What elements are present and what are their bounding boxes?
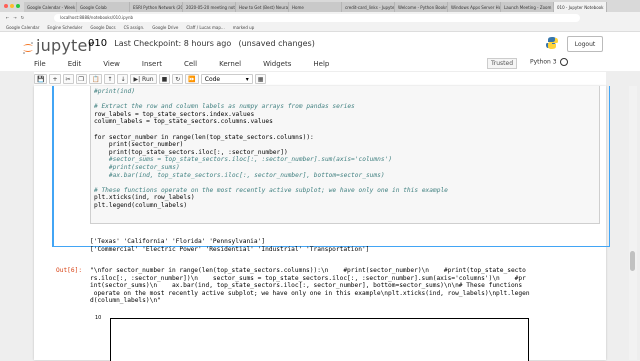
browser-tab[interactable]: Launch Meeting - Zoom — [501, 2, 554, 12]
code-line: column_labels = top_state_sectors.column… — [94, 118, 273, 126]
plot-ytick-label: 10 — [95, 315, 102, 321]
run-icon: ▶| — [133, 75, 141, 83]
menu-view[interactable]: View — [103, 60, 120, 68]
bookmark-item[interactable]: CS assign. — [124, 25, 145, 30]
bookmark-item[interactable]: Google Docs — [90, 25, 115, 30]
bookmark-item[interactable]: Google Calendar — [6, 25, 39, 30]
command-palette-icon[interactable]: ▦ — [254, 74, 267, 84]
out-prompt: Out[6]: — [56, 267, 83, 274]
browser-tab[interactable]: Windows Apps Server Home — [448, 2, 501, 12]
jupyter-logo[interactable]: jupyter — [22, 36, 94, 55]
checkpoint-text: Last Checkpoint: 8 hours ago — [114, 39, 232, 48]
back-icon[interactable]: ← — [6, 15, 9, 20]
cell-type-select[interactable]: Code ▾ — [200, 74, 253, 84]
add-cell-icon[interactable]: + — [49, 74, 61, 84]
plot-axes — [110, 318, 529, 361]
menu-help[interactable]: Help — [313, 60, 329, 68]
code-line: #sector_sums = top_state_sectors.iloc[:,… — [94, 156, 393, 164]
browser-tab[interactable]: Home — [289, 2, 342, 12]
browser-tab[interactable]: 010 - Jupyter Notebook — [554, 2, 607, 12]
jupyter-logo-text: jupyter — [36, 36, 95, 55]
menu-edit[interactable]: Edit — [68, 60, 82, 68]
paste-icon[interactable]: 📋 — [88, 74, 103, 84]
save-status: (unsaved changes) — [238, 39, 315, 48]
reload-icon[interactable]: ↻ — [21, 15, 24, 20]
bookmark-item[interactable]: Google Drive — [152, 25, 178, 30]
page-scrollbar[interactable] — [629, 86, 637, 360]
menu-file[interactable]: File — [34, 60, 46, 68]
menu-bar: File Edit View Insert Cell Kernel Widgets Help … — [0, 56, 640, 71]
cell-type-value: Code — [204, 75, 221, 83]
chevron-down-icon: ▾ — [245, 75, 249, 83]
browser-tab[interactable]: Google Calendar - Week of... — [24, 2, 77, 12]
browser-tab[interactable]: 2020-05-20 meeting notes — [183, 2, 236, 12]
output-line: operate on the most recently active subp… — [90, 289, 530, 297]
cell-output-value: "\nfor sector_number in range(len(top_st… — [90, 267, 600, 305]
code-editor[interactable]: #print(ind) # Extract the row and column… — [90, 86, 600, 224]
cut-icon[interactable]: ✂ — [62, 74, 74, 84]
stdout-line: ['Texas' 'California' 'Florida' 'Pennsyl… — [90, 238, 266, 245]
cell-stdout: ['Texas' 'California' 'Florida' 'Pennsyl… — [90, 238, 610, 253]
move-up-icon[interactable]: ↑ — [104, 74, 116, 84]
code-line: plt.xticks(ind, row_labels) — [94, 194, 195, 202]
code-line: plt.legend(column_labels) — [94, 201, 188, 209]
notebook-title-row: 010 Last Checkpoint: 8 hours ago (unsave… — [88, 38, 315, 49]
jupyter-logo-icon — [22, 40, 34, 54]
save-icon[interactable]: 💾 — [34, 74, 48, 84]
output-line: "\nfor sector_number in range(len(top_st… — [90, 267, 526, 274]
menu-kernel[interactable]: Kernel — [219, 60, 241, 68]
code-line: #ax.bar(ind, top_state_sectors.iloc[:, s… — [94, 171, 385, 179]
bookmark-item[interactable]: Engine Scheduler — [47, 25, 82, 30]
scrollbar-thumb[interactable] — [630, 251, 635, 271]
code-line: # Extract the row and column labels as n… — [94, 103, 355, 111]
menu-insert[interactable]: Insert — [142, 60, 162, 68]
output-line: rs.iloc[:, :sector_number])\n sector_sum… — [90, 274, 526, 282]
run-label: Run — [142, 75, 154, 83]
restart-run-all-icon[interactable]: ⏩ — [185, 74, 199, 84]
notebook-toolbar: 💾 + ✂ ❐ 📋 ↑ ↓ ▶| Run ■ ↻ ⏩ Code ▾ ▦ — [34, 72, 606, 86]
browser-tab[interactable]: ESRI Python Network (2019) — [130, 2, 183, 12]
browser-tab[interactable]: Welcome - Python Bookmarks — [395, 2, 448, 12]
bookmark-item[interactable]: Claff / Lucas map... — [186, 25, 224, 30]
bookmark-item[interactable]: marked up — [233, 25, 255, 30]
browser-tab-strip: Google Calendar - Week of...Google Colab… — [0, 0, 640, 12]
window-controls[interactable] — [4, 4, 20, 8]
restart-icon[interactable]: ↻ — [172, 74, 184, 84]
kernel-status-icon — [559, 58, 568, 66]
browser-tab[interactable]: credit-card_links - Jupyter — [342, 2, 395, 12]
browser-tab[interactable]: How to Get (Best) Neural Vis... — [236, 2, 289, 12]
move-down-icon[interactable]: ↓ — [117, 74, 129, 84]
run-button[interactable]: ▶| Run — [130, 74, 157, 84]
code-line: print(sector_number) — [94, 141, 184, 149]
bookmarks-bar: Google Calendar Engine Scheduler Google Do… — [0, 23, 640, 32]
menu-cell[interactable]: Cell — [184, 60, 197, 68]
code-line: for sector_number in range(len(top_state… — [94, 133, 314, 141]
code-line: #print(ind) — [94, 88, 135, 95]
output-line: d(column_labels)\n" — [90, 297, 161, 305]
minimize-window-icon[interactable] — [10, 4, 14, 8]
kernel-indicator: Python 3 — [530, 58, 568, 66]
output-line: int(sector_sums)\n ax.bar(ind, top_state… — [90, 282, 523, 290]
trusted-badge[interactable]: Trusted — [487, 58, 518, 69]
code-line: # These functions operate on the most re… — [94, 186, 448, 194]
copy-icon[interactable]: ❐ — [75, 74, 87, 84]
logout-button[interactable]: Logout — [567, 36, 603, 52]
kernel-name: Python 3 — [530, 58, 557, 66]
zoom-window-icon[interactable] — [16, 4, 20, 8]
forward-icon[interactable]: → — [13, 15, 16, 20]
python-logo-icon — [545, 35, 559, 49]
url-input[interactable]: localhost:8888/notebooks/010.ipynb — [54, 13, 581, 22]
code-line: #print(sector_sums) — [94, 163, 180, 171]
stdout-line: ['Commercial' 'Electric Power' 'Resident… — [90, 245, 370, 253]
stop-icon[interactable]: ■ — [158, 74, 171, 84]
notebook-name[interactable]: 010 — [88, 38, 107, 49]
menu-widgets[interactable]: Widgets — [263, 60, 291, 68]
code-line: row_labels = top_state_sectors.index.val… — [94, 110, 255, 118]
close-window-icon[interactable] — [4, 4, 8, 8]
browser-tab[interactable]: Google Colab — [77, 2, 130, 12]
